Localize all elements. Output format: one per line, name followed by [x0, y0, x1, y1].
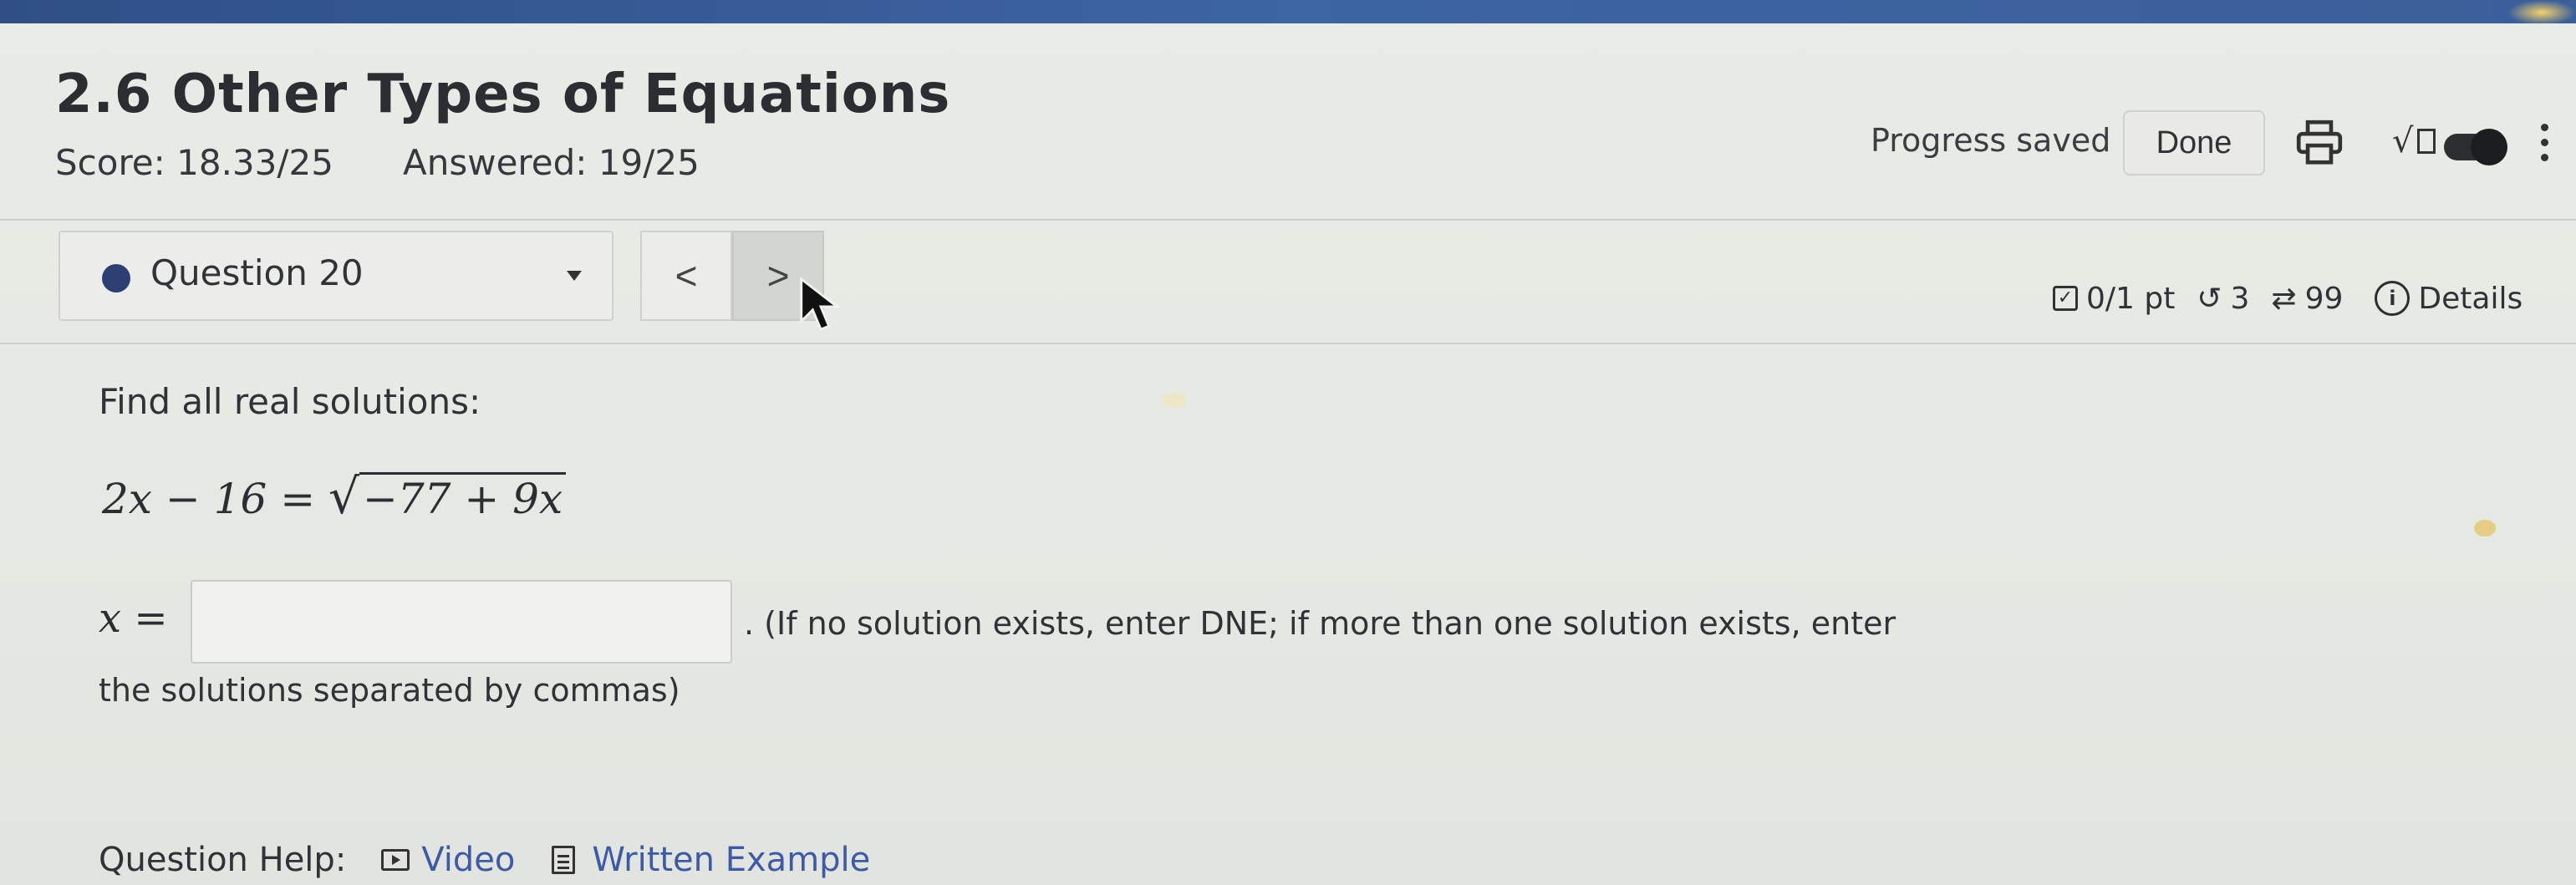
- done-button[interactable]: Done: [2123, 110, 2265, 175]
- question-select[interactable]: Question 20: [59, 231, 613, 321]
- question-prompt: Find all real solutions:: [99, 381, 481, 422]
- previous-question-button[interactable]: <: [640, 231, 732, 321]
- checkbox-icon: ✓: [2053, 286, 2078, 311]
- question-help: Question Help: Video Written Example: [99, 841, 870, 879]
- question-meta: ✓ 0/1 pt ↺ 3 ⇄ 99 i Details: [2053, 281, 2523, 316]
- sqrt-icon[interactable]: √: [2392, 122, 2436, 160]
- radical-sign: √: [328, 468, 359, 525]
- equation-lhs: 2x − 16 =: [102, 475, 328, 523]
- browser-top-strip: [0, 0, 2576, 23]
- screen-glare: [2474, 520, 2496, 537]
- progress-saved-status: Progress saved: [1871, 122, 2111, 159]
- screen-glare: [1162, 393, 1187, 408]
- answer-input[interactable]: [191, 580, 732, 664]
- instructions-text: . (If no solution exists, enter DNE; if …: [744, 605, 1896, 642]
- score-text: Score: 18.33/25: [55, 142, 333, 183]
- document-icon[interactable]: [552, 846, 576, 874]
- question-select-label: Question 20: [150, 252, 364, 293]
- attempts-count: 99: [2304, 281, 2344, 316]
- screen-glare: [2507, 0, 2576, 25]
- divider: [0, 343, 2576, 344]
- written-example-link[interactable]: Written Example: [592, 841, 870, 879]
- page-title: 2.6 Other Types of Equations: [55, 64, 951, 125]
- retry-icon: ↺: [2197, 281, 2222, 316]
- more-vert-icon[interactable]: [2541, 124, 2551, 169]
- equation-radicand: −77 + 9x: [359, 472, 567, 523]
- points-text: 0/1 pt: [2086, 281, 2176, 316]
- mouse-cursor-icon: [800, 276, 841, 332]
- question-help-label: Question Help:: [99, 841, 347, 879]
- toggle-icon[interactable]: [2444, 129, 2507, 165]
- info-icon[interactable]: i: [2375, 281, 2411, 316]
- video-link[interactable]: Video: [421, 841, 515, 879]
- chevron-down-icon: [567, 271, 582, 281]
- question-status-dot: [102, 264, 130, 292]
- video-icon[interactable]: [381, 849, 410, 871]
- instructions-text-continued: the solutions separated by commas): [99, 672, 680, 709]
- page: 2.6 Other Types of Equations Score: 18.3…: [0, 0, 2576, 885]
- divider: [0, 219, 2576, 221]
- retries-count: 3: [2230, 281, 2250, 316]
- answered-text: Answered: 19/25: [403, 142, 700, 183]
- answer-label: x =: [99, 595, 168, 642]
- print-icon[interactable]: [2293, 117, 2345, 169]
- equation: 2x − 16 = √−77 + 9x: [102, 468, 567, 525]
- details-link[interactable]: Details: [2418, 282, 2523, 316]
- repeat-icon: ⇄: [2271, 281, 2297, 316]
